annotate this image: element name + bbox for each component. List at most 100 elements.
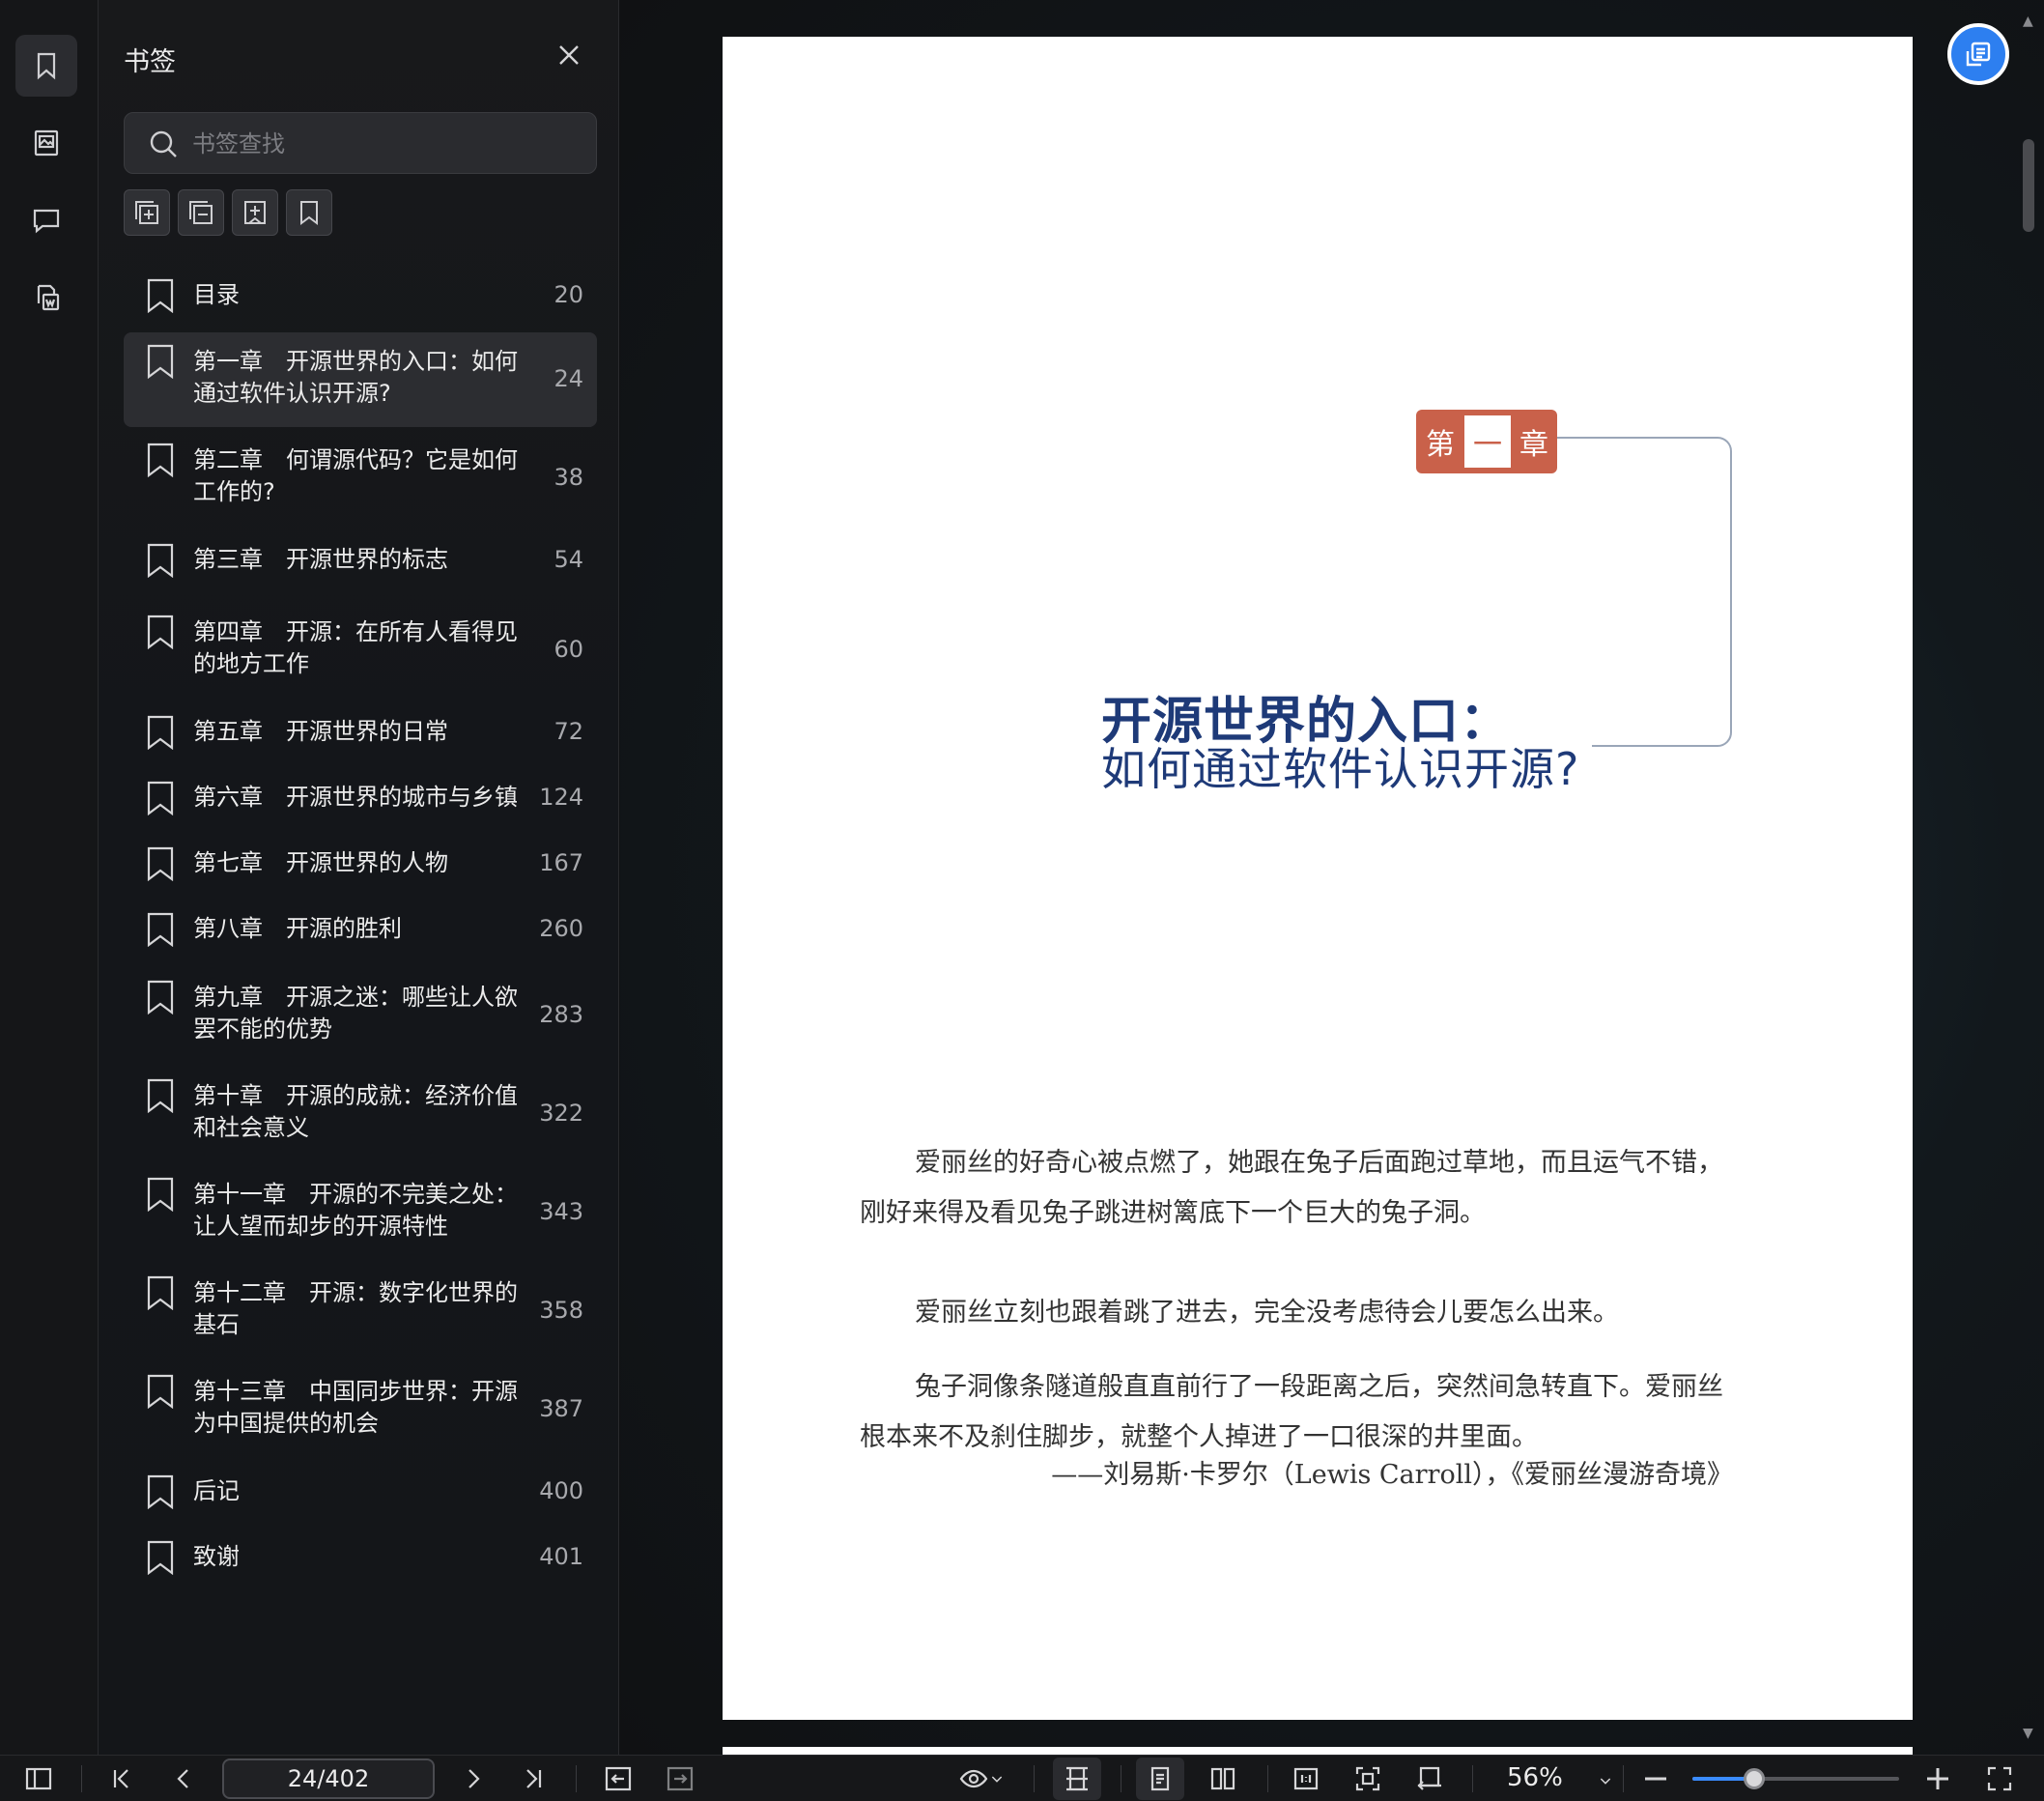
bookmark-item[interactable]: 第七章 开源世界的人物 167 (124, 833, 597, 895)
chapter-subtitle: 如何通过软件认识开源? (1101, 743, 1580, 795)
scroll-down-arrow[interactable]: ▼ (2023, 1726, 2033, 1741)
fit-page-button[interactable] (1352, 1763, 1383, 1794)
zoom-in-button[interactable] (1922, 1763, 1953, 1794)
attachments-tab[interactable] (15, 267, 77, 329)
zoom-level[interactable]: 56% (1507, 1763, 1563, 1792)
close-button[interactable] (554, 41, 583, 70)
zoom-slider[interactable] (1692, 1768, 1899, 1789)
thumbnails-tab[interactable] (15, 112, 77, 174)
bookmark-item[interactable]: 第四章 开源：在所有人看得见的地方工作 60 (124, 603, 597, 698)
zoom-out-button[interactable] (1640, 1763, 1671, 1794)
zoom-dropdown[interactable] (1590, 1765, 1621, 1796)
bookmark-icon (147, 980, 174, 1015)
rotate-page-icon (1417, 1766, 1441, 1790)
bookmark-icon (147, 781, 174, 816)
chevron-left-icon (177, 1769, 188, 1788)
fit-width-button[interactable] (1053, 1758, 1101, 1800)
bookmark-item[interactable]: 第十章 开源的成就：经济价值和社会意义 322 (124, 1067, 597, 1161)
plus-icon (1927, 1768, 1948, 1789)
single-page-button[interactable] (1136, 1758, 1184, 1800)
bookmark-label: 致谢 (193, 1543, 240, 1570)
bookmark-icon (147, 1540, 174, 1576)
document-page: 第 一 章 开源世界的入口： 如何通过软件认识开源? 爱丽丝的好奇心被点燃了，她… (723, 37, 1913, 1720)
image-icon (34, 129, 59, 157)
actual-size-button[interactable] (1291, 1763, 1321, 1794)
history-back-button[interactable] (603, 1763, 634, 1794)
bookmark-item[interactable]: 第八章 开源的胜利 260 (124, 899, 597, 960)
previous-page-button[interactable] (168, 1763, 199, 1794)
rotate-button[interactable] (1414, 1763, 1445, 1794)
bookmark-page-number: 20 (554, 281, 583, 308)
close-icon (559, 45, 579, 65)
chevron-down-icon[interactable] (985, 1763, 1008, 1794)
zoom-slider-handle[interactable] (1744, 1768, 1766, 1789)
sidebar-rail (0, 0, 99, 1755)
bookmark-label: 第十三章 中国同步世界：开源为中国提供的机会 (193, 1378, 518, 1437)
bookmark-item[interactable]: 第三章 开源世界的标志 54 (124, 529, 597, 591)
minus-icon (1645, 1777, 1666, 1781)
bookmark-page-number: 38 (554, 464, 583, 491)
bookmark-item[interactable]: 第二章 何谓源代码？它是如何工作的? 38 (124, 431, 597, 526)
floating-action-button[interactable] (1947, 23, 2009, 85)
last-page-button[interactable] (518, 1763, 549, 1794)
bookmark-search-input[interactable] (192, 123, 579, 165)
expand-all-icon (135, 201, 158, 224)
fit-page-icon (1355, 1766, 1380, 1791)
comments-tab[interactable] (15, 189, 77, 251)
bookmark-item[interactable]: 第六章 开源世界的城市与乡镇 124 (124, 767, 597, 829)
bookmarks-tab[interactable] (15, 35, 77, 97)
bookmark-icon (147, 1177, 174, 1213)
collapse-all-button[interactable] (178, 189, 224, 236)
first-page-button[interactable] (106, 1763, 137, 1794)
history-back-icon (605, 1766, 632, 1791)
bookmark-page-number: 72 (554, 718, 583, 745)
convert-icon (1966, 42, 1991, 67)
bookmark-item[interactable]: 第五章 开源世界的日常 72 (124, 701, 597, 763)
bookmark-item[interactable]: 第十二章 开源：数字化世界的基石 358 (124, 1264, 597, 1358)
bookmark-page-number: 387 (539, 1395, 583, 1422)
actual-size-icon (1293, 1767, 1319, 1790)
bookmark-label: 第三章 开源世界的标志 (193, 546, 448, 573)
bookmark-label: 第八章 开源的胜利 (193, 915, 402, 942)
sidebar-toggle-icon (25, 1767, 52, 1790)
chapter-badge-right: 章 (1511, 410, 1557, 473)
bookmark-item[interactable]: 第一章 开源世界的入口：如何通过软件认识开源? 24 (124, 332, 597, 427)
bookmark-label: 目录 (193, 281, 240, 308)
add-bookmark-button[interactable] (232, 189, 278, 236)
history-forward-button[interactable] (665, 1763, 696, 1794)
attachment-icon (37, 284, 60, 311)
expand-all-button[interactable] (124, 189, 170, 236)
bookmark-item[interactable]: 致谢 401 (124, 1527, 597, 1588)
bookmark-item[interactable]: 第九章 开源之迷：哪些让人欲罢不能的优势 283 (124, 968, 597, 1063)
search-icon (150, 130, 177, 157)
bookmark-icon (147, 344, 174, 380)
bookmark-page-number: 322 (539, 1100, 583, 1127)
fullscreen-button[interactable] (1984, 1763, 2015, 1794)
bookmark-item[interactable]: 目录 20 (124, 265, 597, 327)
toolbar-divider (1623, 1765, 1624, 1792)
toggle-sidebar-button[interactable] (23, 1763, 54, 1794)
bookmark-label: 第六章 开源世界的城市与乡镇 (193, 784, 518, 811)
bookmark-current-button[interactable] (286, 189, 332, 236)
bookmark-item[interactable]: 后记 400 (124, 1461, 597, 1523)
two-page-button[interactable] (1207, 1763, 1238, 1794)
bookmark-page-number: 60 (554, 636, 583, 663)
scroll-up-arrow[interactable]: ▲ (2023, 14, 2033, 29)
comment-icon (33, 209, 60, 234)
scrollbar-thumb[interactable] (2023, 139, 2034, 232)
toolbar-divider (81, 1765, 82, 1792)
chapter-badge-left: 第 (1416, 410, 1464, 473)
chapter-badge: 第 一 章 (1416, 410, 1557, 473)
toolbar-divider (1267, 1765, 1268, 1792)
bookmark-label: 第十一章 开源的不完美之处：让人望而却步的开源特性 (193, 1181, 518, 1240)
page-number-input[interactable] (222, 1758, 435, 1799)
first-page-icon (113, 1769, 128, 1788)
toolbar-divider (1472, 1765, 1473, 1792)
bookmark-item[interactable]: 第十一章 开源的不完美之处：让人望而却步的开源特性 343 (124, 1165, 597, 1260)
fit-width-icon (1066, 1766, 1088, 1791)
bookmark-item[interactable]: 第十三章 中国同步世界：开源为中国提供的机会 387 (124, 1362, 597, 1457)
bookmark-label: 第一章 开源世界的入口：如何通过软件认识开源? (193, 348, 518, 407)
chevron-right-icon (468, 1769, 480, 1788)
epigraph-paragraph: 爱丽丝的好奇心被点燃了，她跟在兔子后面跑过草地，而且运气不错，刚好来得及看见兔子… (860, 1148, 1723, 1228)
next-page-button[interactable] (458, 1763, 489, 1794)
